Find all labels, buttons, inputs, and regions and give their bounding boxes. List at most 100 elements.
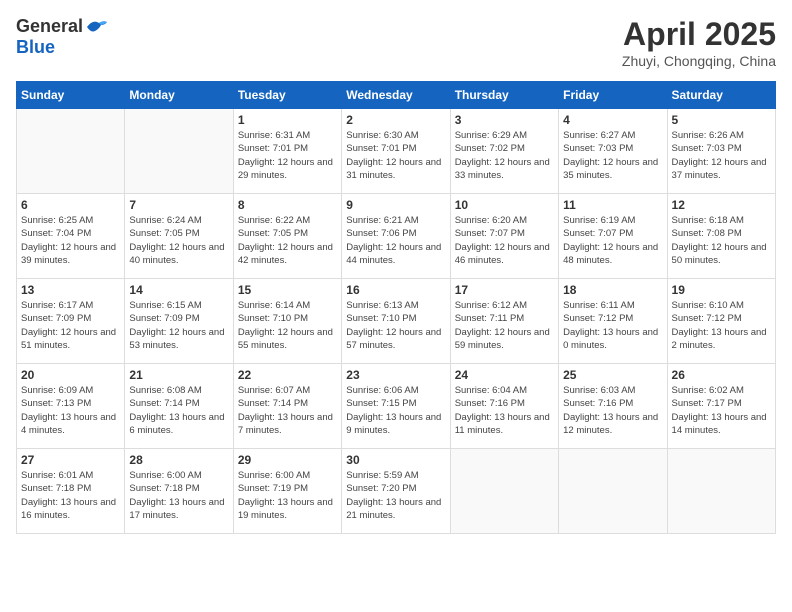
logo-bird-icon [85, 17, 109, 37]
location-subtitle: Zhuyi, Chongqing, China [622, 53, 776, 69]
day-number: 19 [672, 283, 771, 297]
day-cell-23: 23Sunrise: 6:06 AMSunset: 7:15 PMDayligh… [342, 364, 450, 449]
sunrise-text: Sunrise: 6:24 AM [129, 215, 201, 226]
day-number: 27 [21, 453, 120, 467]
sunset-text: Sunset: 7:09 PM [129, 313, 199, 324]
day-number: 22 [238, 368, 337, 382]
sunrise-text: Sunrise: 6:17 AM [21, 300, 93, 311]
day-number: 24 [455, 368, 554, 382]
sunrise-text: Sunrise: 5:59 AM [346, 470, 418, 481]
day-cell-22: 22Sunrise: 6:07 AMSunset: 7:14 PMDayligh… [233, 364, 341, 449]
day-number: 6 [21, 198, 120, 212]
day-number: 11 [563, 198, 662, 212]
sunset-text: Sunset: 7:20 PM [346, 483, 416, 494]
empty-cell [17, 109, 125, 194]
daylight-text: Daylight: 13 hours and 19 minutes. [238, 497, 333, 521]
page-header: General Blue April 2025 Zhuyi, Chongqing… [16, 16, 776, 69]
daylight-text: Daylight: 12 hours and 51 minutes. [21, 327, 116, 351]
day-info: Sunrise: 6:09 AMSunset: 7:13 PMDaylight:… [21, 384, 120, 437]
day-cell-25: 25 Sunrise: 6:03 AMSunset: 7:16 PMDayligh… [559, 364, 667, 449]
sunrise-text: Sunrise: 6:27 AM [563, 130, 635, 141]
day-number: 1 [238, 113, 337, 127]
day-cell-21: 21Sunrise: 6:08 AMSunset: 7:14 PMDayligh… [125, 364, 233, 449]
weekday-header-tuesday: Tuesday [233, 82, 341, 109]
sunset-text: Sunset: 7:16 PM [455, 398, 525, 409]
day-info: Sunrise: 6:13 AMSunset: 7:10 PMDaylight:… [346, 299, 445, 352]
sunrise-text: Sunrise: 6:30 AM [346, 130, 418, 141]
day-cell-1: 1 Sunrise: 6:31 AMSunset: 7:01 PMDaylight… [233, 109, 341, 194]
sunrise-text: Sunrise: 6:18 AM [672, 215, 744, 226]
sunset-text: Sunset: 7:05 PM [129, 228, 199, 239]
sunset-text: Sunset: 7:01 PM [238, 143, 308, 154]
day-cell-29: 29Sunrise: 6:00 AMSunset: 7:19 PMDayligh… [233, 449, 341, 534]
day-info: Sunrise: 6:12 AMSunset: 7:11 PMDaylight:… [455, 299, 554, 352]
day-info: Sunrise: 6:03 AMSunset: 7:16 PMDaylight:… [563, 384, 662, 437]
day-number: 10 [455, 198, 554, 212]
day-number: 30 [346, 453, 445, 467]
sunrise-text: Sunrise: 6:14 AM [238, 300, 310, 311]
day-cell-10: 10Sunrise: 6:20 AMSunset: 7:07 PMDayligh… [450, 194, 558, 279]
week-row-5: 27Sunrise: 6:01 AMSunset: 7:18 PMDayligh… [17, 449, 776, 534]
sunset-text: Sunset: 7:09 PM [21, 313, 91, 324]
month-title: April 2025 [622, 16, 776, 53]
daylight-text: Daylight: 13 hours and 12 minutes. [563, 412, 658, 436]
day-cell-12: 12Sunrise: 6:18 AMSunset: 7:08 PMDayligh… [667, 194, 775, 279]
daylight-text: Daylight: 12 hours and 37 minutes. [672, 157, 767, 181]
day-info: Sunrise: 6:04 AMSunset: 7:16 PMDaylight:… [455, 384, 554, 437]
daylight-text: Daylight: 13 hours and 0 minutes. [563, 327, 658, 351]
day-number: 12 [672, 198, 771, 212]
day-cell-6: 6Sunrise: 6:25 AMSunset: 7:04 PMDaylight… [17, 194, 125, 279]
day-info: Sunrise: 6:06 AMSunset: 7:15 PMDaylight:… [346, 384, 445, 437]
day-cell-5: 5Sunrise: 6:26 AMSunset: 7:03 PMDaylight… [667, 109, 775, 194]
sunset-text: Sunset: 7:07 PM [455, 228, 525, 239]
sunset-text: Sunset: 7:12 PM [672, 313, 742, 324]
weekday-header-sunday: Sunday [17, 82, 125, 109]
daylight-text: Daylight: 12 hours and 35 minutes. [563, 157, 658, 181]
sunset-text: Sunset: 7:17 PM [672, 398, 742, 409]
day-info: Sunrise: 6:10 AMSunset: 7:12 PMDaylight:… [672, 299, 771, 352]
day-info: Sunrise: 6:20 AMSunset: 7:07 PMDaylight:… [455, 214, 554, 267]
sunset-text: Sunset: 7:07 PM [563, 228, 633, 239]
daylight-text: Daylight: 13 hours and 14 minutes. [672, 412, 767, 436]
week-row-3: 13Sunrise: 6:17 AMSunset: 7:09 PMDayligh… [17, 279, 776, 364]
day-info: Sunrise: 6:15 AMSunset: 7:09 PMDaylight:… [129, 299, 228, 352]
daylight-text: Daylight: 13 hours and 7 minutes. [238, 412, 333, 436]
day-number: 20 [21, 368, 120, 382]
day-info: Sunrise: 6:02 AMSunset: 7:17 PMDaylight:… [672, 384, 771, 437]
sunrise-text: Sunrise: 6:03 AM [563, 385, 635, 396]
daylight-text: Daylight: 13 hours and 4 minutes. [21, 412, 116, 436]
title-area: April 2025 Zhuyi, Chongqing, China [622, 16, 776, 69]
sunset-text: Sunset: 7:10 PM [238, 313, 308, 324]
day-info: Sunrise: 6:11 AMSunset: 7:12 PMDaylight:… [563, 299, 662, 352]
sunrise-text: Sunrise: 6:25 AM [21, 215, 93, 226]
empty-cell [125, 109, 233, 194]
week-row-1: 1 Sunrise: 6:31 AMSunset: 7:01 PMDaylight… [17, 109, 776, 194]
day-number: 25 [563, 368, 662, 382]
day-info: Sunrise: 6:08 AMSunset: 7:14 PMDaylight:… [129, 384, 228, 437]
day-cell-27: 27Sunrise: 6:01 AMSunset: 7:18 PMDayligh… [17, 449, 125, 534]
sunrise-text: Sunrise: 6:26 AM [672, 130, 744, 141]
day-cell-8: 8Sunrise: 6:22 AMSunset: 7:05 PMDaylight… [233, 194, 341, 279]
daylight-text: Daylight: 12 hours and 53 minutes. [129, 327, 224, 351]
daylight-text: Daylight: 12 hours and 40 minutes. [129, 242, 224, 266]
day-cell-26: 26Sunrise: 6:02 AMSunset: 7:17 PMDayligh… [667, 364, 775, 449]
sunset-text: Sunset: 7:02 PM [455, 143, 525, 154]
daylight-text: Daylight: 12 hours and 57 minutes. [346, 327, 441, 351]
sunrise-text: Sunrise: 6:20 AM [455, 215, 527, 226]
sunset-text: Sunset: 7:08 PM [672, 228, 742, 239]
day-number: 16 [346, 283, 445, 297]
day-number: 5 [672, 113, 771, 127]
day-cell-17: 17Sunrise: 6:12 AMSunset: 7:11 PMDayligh… [450, 279, 558, 364]
empty-cell [667, 449, 775, 534]
sunrise-text: Sunrise: 6:04 AM [455, 385, 527, 396]
sunset-text: Sunset: 7:12 PM [563, 313, 633, 324]
day-info: Sunrise: 6:31 AMSunset: 7:01 PMDaylight:… [238, 129, 337, 182]
day-number: 18 [563, 283, 662, 297]
sunrise-text: Sunrise: 6:07 AM [238, 385, 310, 396]
calendar-table: SundayMondayTuesdayWednesdayThursdayFrid… [16, 81, 776, 534]
sunrise-text: Sunrise: 6:21 AM [346, 215, 418, 226]
daylight-text: Daylight: 12 hours and 29 minutes. [238, 157, 333, 181]
sunrise-text: Sunrise: 6:06 AM [346, 385, 418, 396]
day-info: Sunrise: 6:27 AMSunset: 7:03 PMDaylight:… [563, 129, 662, 182]
day-cell-4: 4Sunrise: 6:27 AMSunset: 7:03 PMDaylight… [559, 109, 667, 194]
